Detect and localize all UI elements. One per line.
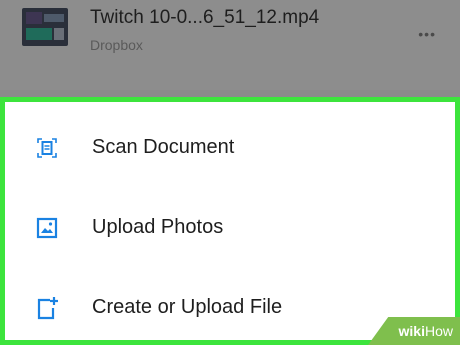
file-source: Dropbox xyxy=(90,37,143,53)
upload-photos-label: Upload Photos xyxy=(92,216,224,238)
scan-document-label: Scan Document xyxy=(92,136,235,158)
scan-document-button[interactable]: Scan Document xyxy=(5,108,455,188)
more-options-icon[interactable]: ••• xyxy=(418,26,436,42)
upload-photos-icon xyxy=(35,216,59,240)
file-name: Twitch 10-0...6_51_12.mp4 xyxy=(90,7,320,28)
upload-photos-button[interactable]: Upload Photos xyxy=(5,188,455,268)
watermark-how: How xyxy=(424,323,453,339)
scan-document-icon xyxy=(35,136,59,160)
file-row[interactable]: Twitch 10-0...6_51_12.mp4 Dropbox ••• xyxy=(0,0,460,90)
create-file-icon xyxy=(35,296,59,320)
screen: Twitch 10-0...6_51_12.mp4 Dropbox ••• Sc… xyxy=(0,0,460,345)
create-upload-file-label: Create or Upload File xyxy=(92,296,283,318)
watermark-logo: wikiHow xyxy=(399,323,453,339)
file-thumbnail xyxy=(22,8,68,46)
action-sheet: Scan Document Upload Photos Create or Up… xyxy=(0,97,460,345)
watermark-wiki: wiki xyxy=(398,323,425,339)
